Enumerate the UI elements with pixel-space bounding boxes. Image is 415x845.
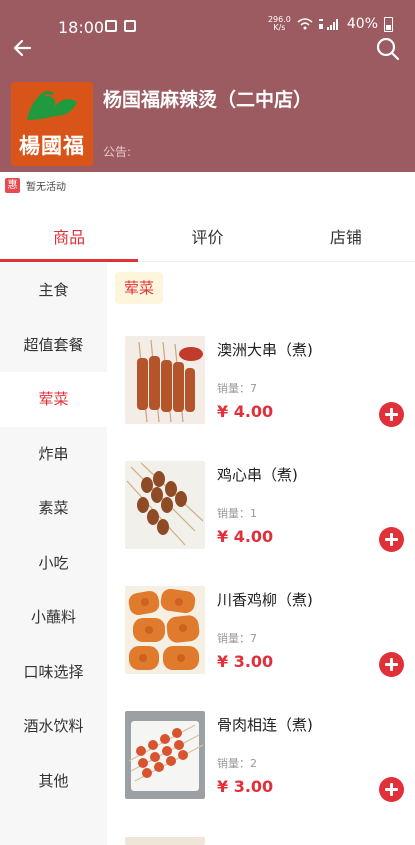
category-item[interactable]: 小蘸料 xyxy=(0,590,107,645)
notification-icon xyxy=(105,20,117,32)
category-item[interactable]: 炸串 xyxy=(0,427,107,482)
product-item[interactable]: 鸡心串（煮) 销量：1 ¥ 4.00 xyxy=(107,461,415,586)
product-price: ¥ 3.00 xyxy=(217,652,274,671)
promo-text: 暂无活动 xyxy=(26,182,66,193)
category-item[interactable]: 超值套餐 xyxy=(0,318,107,373)
logo-emblem-icon xyxy=(27,91,77,120)
plus-circle-icon[interactable] xyxy=(379,402,404,427)
product-image-partial xyxy=(125,837,205,845)
gallery-icon xyxy=(124,20,136,32)
net-speed: 296.0 K/s xyxy=(267,15,291,32)
status-indicators: 296.0 K/s 40% xyxy=(268,16,393,32)
battery-icon xyxy=(384,16,393,32)
tab-reviews[interactable]: 评价 xyxy=(138,218,276,261)
category-item[interactable]: 素菜 xyxy=(0,481,107,536)
product-image xyxy=(125,711,205,799)
shop-header: 18:00 296.0 K/s 40% 楊國福 杨国福麻辣烫（二中店） 公告: xyxy=(0,0,415,172)
product-sales: 销量：7 xyxy=(217,632,257,645)
product-item[interactable]: 澳洲大串（煮) 销量：7 ¥ 4.00 xyxy=(107,336,415,461)
product-list: 荤菜 澳洲大串（煮) 销量：7 ¥ 4.00 鸡心串（煮) 销量：1 ¥ 4.0… xyxy=(107,263,415,845)
arrow-left-icon[interactable] xyxy=(10,34,38,62)
plus-circle-icon[interactable] xyxy=(379,527,404,552)
search-icon[interactable] xyxy=(375,36,401,62)
product-sales: 销量：7 xyxy=(217,382,257,395)
shop-name: 杨国福麻辣烫（二中店） xyxy=(103,89,313,111)
tab-shop[interactable]: 店铺 xyxy=(277,218,415,261)
product-item[interactable]: 川香鸡柳（煮) 销量：7 ¥ 3.00 xyxy=(107,586,415,711)
category-item[interactable]: 口味选择 xyxy=(0,645,107,700)
status-bar: 18:00 296.0 K/s 40% xyxy=(0,0,415,56)
product-name: 澳洲大串（煮) xyxy=(217,341,313,359)
product-price: ¥ 4.00 xyxy=(217,527,274,546)
category-sidebar: 主食 超值套餐 荤菜 炸串 素菜 小吃 小蘸料 口味选择 酒水饮料 其他 xyxy=(0,263,107,845)
plus-circle-icon[interactable] xyxy=(379,777,404,802)
battery-level: 40% xyxy=(346,16,378,32)
product-name: 骨肉相连（煮) xyxy=(217,716,313,734)
status-time: 18:00 xyxy=(58,18,105,37)
product-image xyxy=(125,336,205,424)
product-price: ¥ 3.00 xyxy=(217,777,274,796)
signal-icon xyxy=(318,18,338,30)
product-sales: 销量：1 xyxy=(217,507,257,520)
category-item[interactable]: 小吃 xyxy=(0,536,107,591)
logo-text: 楊國福 xyxy=(19,133,85,158)
product-name: 川香鸡柳（煮) xyxy=(217,591,313,609)
section-title: 荤菜 xyxy=(115,272,164,304)
category-item[interactable]: 酒水饮料 xyxy=(0,699,107,754)
promo-badge: 惠 xyxy=(5,178,20,193)
product-name: 鸡心串（煮) xyxy=(217,466,298,484)
category-item-active[interactable]: 荤菜 xyxy=(0,372,107,427)
category-item[interactable]: 其他 xyxy=(0,754,107,809)
wifi-icon xyxy=(297,18,313,30)
promo-row: 惠 暂无活动 xyxy=(5,178,66,193)
shop-logo: 楊國福 xyxy=(11,82,93,166)
product-image xyxy=(125,461,205,549)
product-image xyxy=(125,586,205,674)
shop-notice: 公告: xyxy=(103,145,132,159)
tab-bar: 商品 评价 店铺 xyxy=(0,218,415,262)
tab-products[interactable]: 商品 xyxy=(0,218,139,262)
category-item[interactable]: 主食 xyxy=(0,263,107,318)
product-item[interactable]: 骨肉相连（煮) 销量：2 ¥ 3.00 xyxy=(107,711,415,836)
product-sales: 销量：2 xyxy=(217,757,257,770)
plus-circle-icon[interactable] xyxy=(379,652,404,677)
product-price: ¥ 4.00 xyxy=(217,402,274,421)
